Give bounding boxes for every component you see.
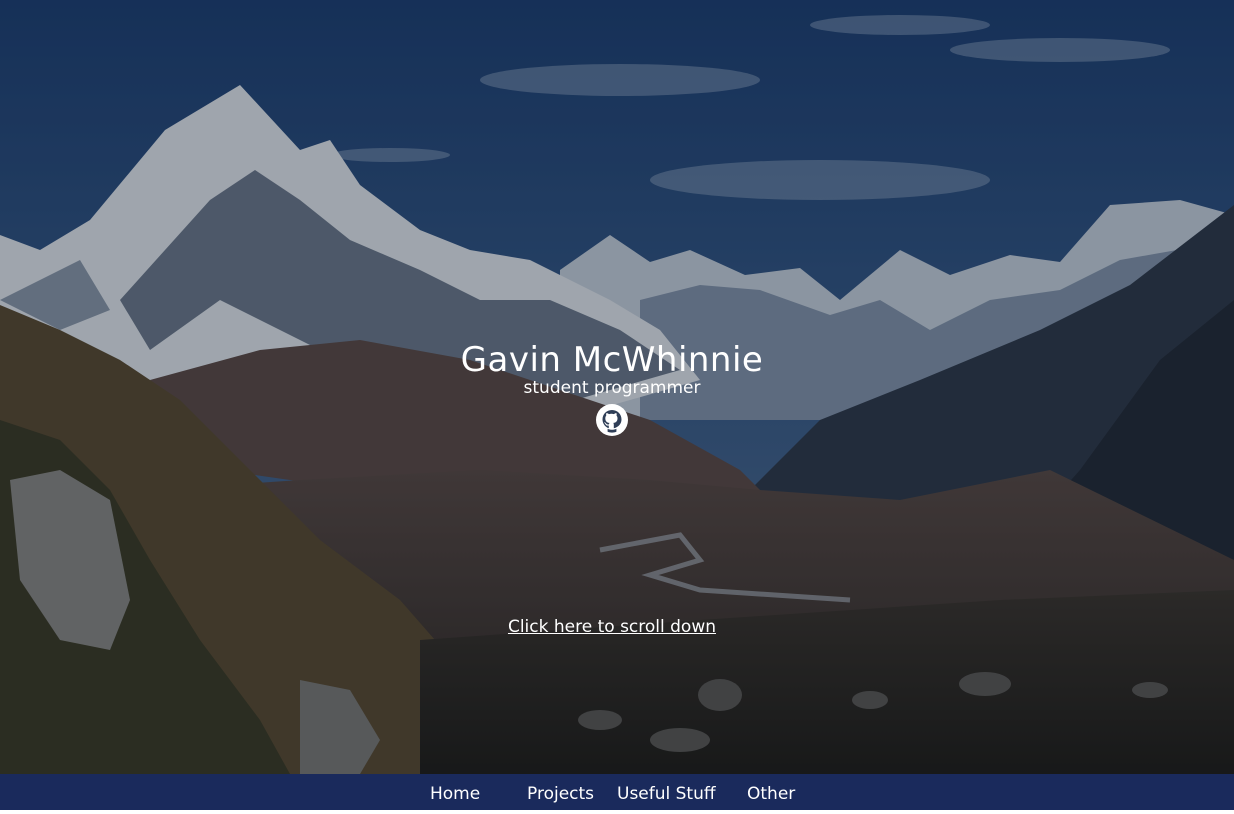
nav-item-projects[interactable]: Projects: [527, 774, 594, 810]
hero-section: Gavin McWhinnie student programmer Click…: [0, 0, 1234, 774]
bottom-nav-bar: Home Projects Useful Stuff Other: [0, 774, 1234, 810]
github-link[interactable]: [595, 403, 629, 441]
nav-item-useful-stuff[interactable]: Useful Stuff: [617, 774, 716, 810]
hero-text-block: Gavin McWhinnie student programmer: [0, 338, 1224, 441]
page-title: Gavin McWhinnie: [460, 340, 764, 380]
nav-item-home[interactable]: Home: [430, 774, 480, 810]
page-subtitle: student programmer: [523, 378, 701, 398]
nav-item-other[interactable]: Other: [747, 774, 795, 810]
github-icon: [596, 404, 628, 436]
scroll-down-link[interactable]: Click here to scroll down: [0, 617, 1224, 637]
